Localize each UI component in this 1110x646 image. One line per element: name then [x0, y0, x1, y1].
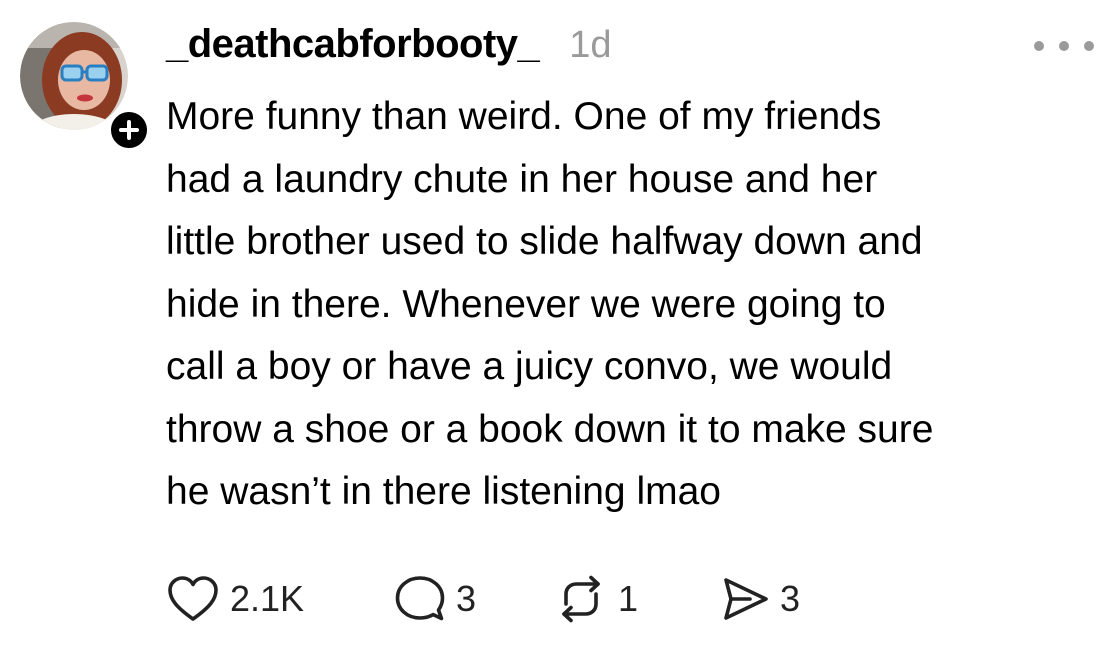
- speech-bubble-icon: [395, 576, 445, 621]
- repost-icon: [562, 575, 600, 623]
- more-options-button[interactable]: [1034, 34, 1094, 58]
- post-header: _deathcabforbooty_ 1d: [166, 22, 612, 72]
- like-button[interactable]: 2.1K: [166, 574, 394, 624]
- send-icon: [724, 578, 768, 620]
- comment-count: 3: [456, 578, 477, 619]
- avatar-container[interactable]: [20, 22, 152, 153]
- follow-button[interactable]: [106, 107, 152, 153]
- username-link[interactable]: _deathcabforbooty_: [166, 22, 540, 67]
- plus-icon: [119, 120, 139, 140]
- thread-post: _deathcabforbooty_ 1d More funny than we…: [0, 0, 1110, 646]
- post-actions-bar: 2.1K 3 1 3: [166, 574, 840, 624]
- more-options-icon: [1034, 41, 1044, 51]
- post-timestamp: 1d: [569, 24, 612, 66]
- heart-icon: [168, 576, 218, 621]
- share-button[interactable]: 3: [720, 574, 840, 624]
- like-count: 2.1K: [230, 578, 305, 619]
- share-count: 3: [780, 578, 801, 619]
- post-body-text: More funny than weird. One of my friends…: [166, 95, 934, 513]
- more-options-icon: [1084, 41, 1094, 51]
- more-options-icon: [1059, 41, 1069, 51]
- repost-button[interactable]: 1: [554, 574, 720, 624]
- repost-count: 1: [618, 578, 639, 619]
- comment-button[interactable]: 3: [394, 574, 554, 624]
